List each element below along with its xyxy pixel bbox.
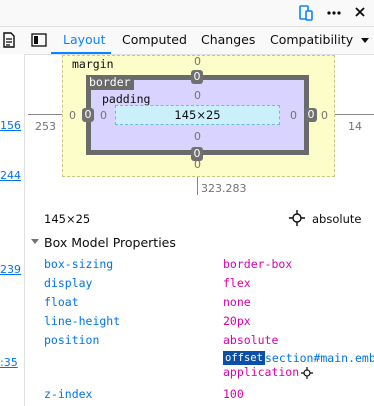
border-left-value[interactable]: 0 <box>82 108 94 122</box>
toolbar <box>0 0 374 26</box>
prop-name-box-sizing: box-sizing <box>44 257 114 271</box>
size-summary: 145×25 <box>44 212 91 226</box>
tab-changes[interactable]: Changes <box>201 27 255 53</box>
position-bottom-line <box>197 177 198 195</box>
offset-parent-selector-continued[interactable]: application <box>223 365 299 379</box>
tab-bar: Layout Computed Changes Compatibility <box>0 26 374 55</box>
prop-value-box-sizing: border-box <box>223 257 293 271</box>
padding-left-value[interactable]: 0 <box>100 109 107 122</box>
rule-source-link[interactable]: 239 <box>0 263 21 276</box>
position-left-line <box>28 114 62 115</box>
prop-value-float: none <box>223 295 251 309</box>
position-right-value[interactable]: 14 <box>348 120 362 133</box>
prop-value-line-height: 20px <box>223 314 251 328</box>
document-icon[interactable] <box>2 32 16 48</box>
prop-name-float: float <box>44 295 79 309</box>
margin-left-value[interactable]: 0 <box>69 109 76 122</box>
prop-value-display: flex <box>223 276 251 290</box>
border-label: border <box>89 75 131 89</box>
padding-bottom-value[interactable]: 0 <box>194 130 201 143</box>
chevron-down-icon[interactable] <box>360 37 370 45</box>
margin-label: margin <box>72 57 114 71</box>
border-bottom-value[interactable]: 0 <box>191 147 203 161</box>
offset-parent-selector[interactable]: section#main.embe <box>265 351 374 365</box>
rules-panel-edge <box>0 54 25 406</box>
border-top-value[interactable]: 0 <box>191 70 203 84</box>
collapse-triangle-icon[interactable] <box>30 238 40 246</box>
position-left-value[interactable]: 253 <box>35 120 56 133</box>
margin-top-value[interactable]: 0 <box>194 55 201 68</box>
active-tab-indicator <box>51 52 111 54</box>
prop-name-line-height: line-height <box>44 314 121 328</box>
rule-source-link[interactable]: 244 <box>0 169 21 182</box>
prop-value-z-index: 100 <box>223 387 244 401</box>
crosshair-icon[interactable] <box>289 210 305 226</box>
sidebar-toggle-icon[interactable] <box>31 33 47 47</box>
rule-source-link[interactable]: 156 <box>0 119 21 132</box>
prop-value-position: absolute <box>223 333 279 347</box>
padding-right-value[interactable]: 0 <box>290 109 297 122</box>
more-icon[interactable] <box>326 6 342 20</box>
tab-layout[interactable]: Layout <box>63 27 106 53</box>
prop-name-display: display <box>44 276 93 290</box>
padding-top-value[interactable]: 0 <box>194 89 201 102</box>
border-right-value[interactable]: 0 <box>305 108 317 122</box>
offset-badge: offset <box>223 351 265 365</box>
close-icon[interactable] <box>353 5 367 19</box>
responsive-icon[interactable] <box>298 5 314 21</box>
prop-name-position: position <box>44 333 100 347</box>
content-size[interactable]: 145×25 <box>115 108 280 122</box>
position-right-line <box>335 114 374 115</box>
position-bottom-value[interactable]: 323.283 <box>201 182 247 195</box>
select-element-icon[interactable] <box>301 367 313 379</box>
padding-label: padding <box>102 92 151 106</box>
section-title[interactable]: Box Model Properties <box>44 235 176 250</box>
prop-name-z-index: z-index <box>44 387 93 401</box>
tab-computed[interactable]: Computed <box>122 27 187 53</box>
margin-right-value[interactable]: 0 <box>321 109 328 122</box>
position-summary: absolute <box>312 212 362 226</box>
rule-source-link[interactable]: :35 <box>0 356 18 369</box>
tab-compatibility[interactable]: Compatibility <box>270 27 353 53</box>
